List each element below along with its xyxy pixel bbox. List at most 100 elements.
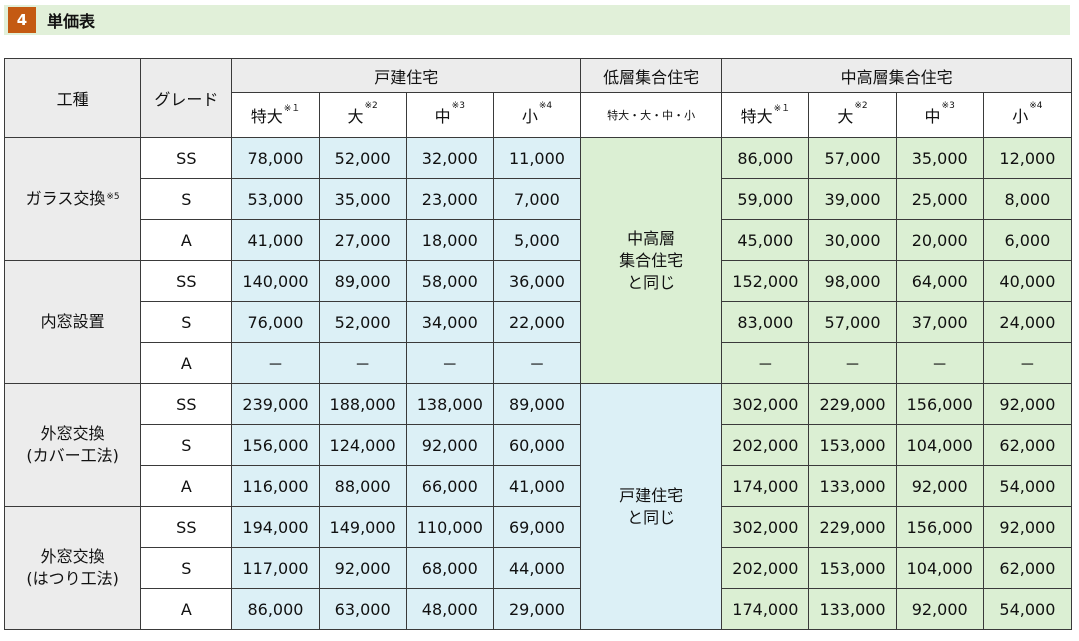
price-cell-mid-high: 153,000 xyxy=(808,547,897,589)
price-cell-mid-high: － xyxy=(808,342,897,384)
price-cell-mid-high: 92,000 xyxy=(895,465,984,507)
price-cell-mid-high: 64,000 xyxy=(895,260,984,302)
grade-cell: S xyxy=(140,301,233,343)
footnote-mark: ※１ xyxy=(283,104,301,114)
price-cell-detached: 89,000 xyxy=(492,383,582,425)
price-cell-detached: 68,000 xyxy=(405,547,494,589)
section-header: 4 単価表 xyxy=(4,5,1070,35)
header-low-rise: 低層集合住宅 xyxy=(580,58,723,93)
price-cell-detached: 29,000 xyxy=(492,588,582,630)
price-cell-detached: 78,000 xyxy=(231,137,320,179)
price-cell-detached: 88,000 xyxy=(318,465,407,507)
price-cell-mid-high: 229,000 xyxy=(808,506,897,548)
footnote-mark: ※2 xyxy=(854,101,868,111)
grade-cell: A xyxy=(140,219,233,261)
price-cell-detached: 36,000 xyxy=(492,260,582,302)
price-cell-detached: － xyxy=(318,342,407,384)
table-row: A 86,000 63,000 48,000 29,000 174,000 133,000 9… xyxy=(5,588,1073,630)
footnote-mark: ※2 xyxy=(364,101,378,111)
price-cell-detached: 188,000 xyxy=(318,383,407,425)
grade-cell: SS xyxy=(140,260,233,302)
table-row: S 156,000 124,000 92,000 60,000 202,000 153,00… xyxy=(5,424,1073,466)
grade-cell: A xyxy=(140,342,233,384)
work-type-cell: 外窓交換 (カバー工法) xyxy=(3,383,142,507)
price-cell-detached: 76,000 xyxy=(231,301,320,343)
price-cell-detached: 138,000 xyxy=(405,383,494,425)
price-cell-mid-high: 156,000 xyxy=(895,383,984,425)
price-cell-detached: 124,000 xyxy=(318,424,407,466)
price-cell-mid-high: 40,000 xyxy=(982,260,1073,302)
price-cell-mid-high: 156,000 xyxy=(895,506,984,548)
price-cell-detached: 149,000 xyxy=(318,506,407,548)
footnote-mark: ※4 xyxy=(1029,101,1043,111)
price-cell-detached: － xyxy=(231,342,320,384)
price-cell-mid-high: － xyxy=(895,342,984,384)
price-cell-mid-high: 202,000 xyxy=(721,547,810,589)
detached-size-header: 特大※１ xyxy=(231,92,320,138)
price-cell-mid-high: 302,000 xyxy=(721,506,810,548)
low-rise-note-cell: 戸建住宅 と同じ xyxy=(580,383,723,630)
price-cell-mid-high: 83,000 xyxy=(721,301,810,343)
price-cell-mid-high: 30,000 xyxy=(808,219,897,261)
price-cell-detached: 92,000 xyxy=(405,424,494,466)
price-cell-detached: 48,000 xyxy=(405,588,494,630)
price-cell-detached: 194,000 xyxy=(231,506,320,548)
grade-cell: A xyxy=(140,588,233,630)
price-cell-detached: 58,000 xyxy=(405,260,494,302)
price-cell-detached: 63,000 xyxy=(318,588,407,630)
price-cell-mid-high: 35,000 xyxy=(895,137,984,179)
mid-high-size-header: 小※4 xyxy=(982,92,1073,138)
price-cell-mid-high: 20,000 xyxy=(895,219,984,261)
table-row: S 117,000 92,000 68,000 44,000 202,000 153,000… xyxy=(5,547,1073,589)
footnote-mark: ※１ xyxy=(773,104,791,114)
grade-cell: S xyxy=(140,178,233,220)
grade-cell: A xyxy=(140,465,233,507)
price-cell-mid-high: 174,000 xyxy=(721,588,810,630)
price-cell-detached: 60,000 xyxy=(492,424,582,466)
price-cell-detached: 41,000 xyxy=(492,465,582,507)
price-cell-detached: 32,000 xyxy=(405,137,494,179)
price-cell-detached: 41,000 xyxy=(231,219,320,261)
price-cell-detached: 44,000 xyxy=(492,547,582,589)
price-cell-mid-high: 62,000 xyxy=(982,547,1073,589)
price-cell-mid-high: 152,000 xyxy=(721,260,810,302)
header-mid-high: 中高層集合住宅 xyxy=(721,58,1072,93)
price-cell-detached: 116,000 xyxy=(231,465,320,507)
price-cell-detached: 86,000 xyxy=(231,588,320,630)
price-cell-mid-high: 229,000 xyxy=(808,383,897,425)
price-cell-detached: 5,000 xyxy=(492,219,582,261)
price-cell-detached: 156,000 xyxy=(231,424,320,466)
work-type-cell: ガラス交換※5 xyxy=(3,137,142,261)
price-cell-detached: 35,000 xyxy=(318,178,407,220)
table-row: S 76,000 52,000 34,000 22,000 83,000 57,000 37,… xyxy=(5,301,1073,343)
footnote-mark: ※4 xyxy=(538,101,553,111)
price-cell-detached: 110,000 xyxy=(405,506,494,548)
table-row: A 116,000 88,000 66,000 41,000 174,000 133,000… xyxy=(5,465,1073,507)
price-cell-detached: － xyxy=(492,342,582,384)
low-rise-size-header: 特大・大・中・小 xyxy=(580,92,723,138)
price-cell-detached: 52,000 xyxy=(318,137,407,179)
grade-cell: SS xyxy=(140,137,233,179)
price-cell-detached: 92,000 xyxy=(318,547,407,589)
price-cell-mid-high: 59,000 xyxy=(721,178,810,220)
price-cell-detached: 117,000 xyxy=(231,547,320,589)
price-cell-mid-high: 133,000 xyxy=(808,465,897,507)
table-row: 外窓交換 (カバー工法) SS 239,000 188,000 138,000 89,000… xyxy=(3,383,1073,630)
price-cell-detached: 140,000 xyxy=(231,260,320,302)
detached-size-header: 大※2 xyxy=(318,92,407,138)
price-cell-mid-high: 98,000 xyxy=(808,260,897,302)
mid-high-size-header: 特大※１ xyxy=(721,92,810,138)
mid-high-size-header: 大※2 xyxy=(808,92,897,138)
table-row: 外窓交換 (はつり工法) SS 194,000 149,000 110,000 69,000… xyxy=(3,506,1073,630)
price-cell-mid-high: 54,000 xyxy=(982,465,1073,507)
grade-cell: SS xyxy=(140,383,233,425)
grade-cell: S xyxy=(140,424,233,466)
price-cell-mid-high: 104,000 xyxy=(895,547,984,589)
price-cell-mid-high: 104,000 xyxy=(895,424,984,466)
price-cell-mid-high: 92,000 xyxy=(982,383,1073,425)
price-cell-mid-high: － xyxy=(982,342,1073,384)
detached-size-header: 中※3 xyxy=(405,92,494,138)
price-cell-mid-high: 45,000 xyxy=(721,219,810,261)
price-cell-mid-high: 86,000 xyxy=(721,137,810,179)
section-title: 単価表 xyxy=(47,12,96,31)
